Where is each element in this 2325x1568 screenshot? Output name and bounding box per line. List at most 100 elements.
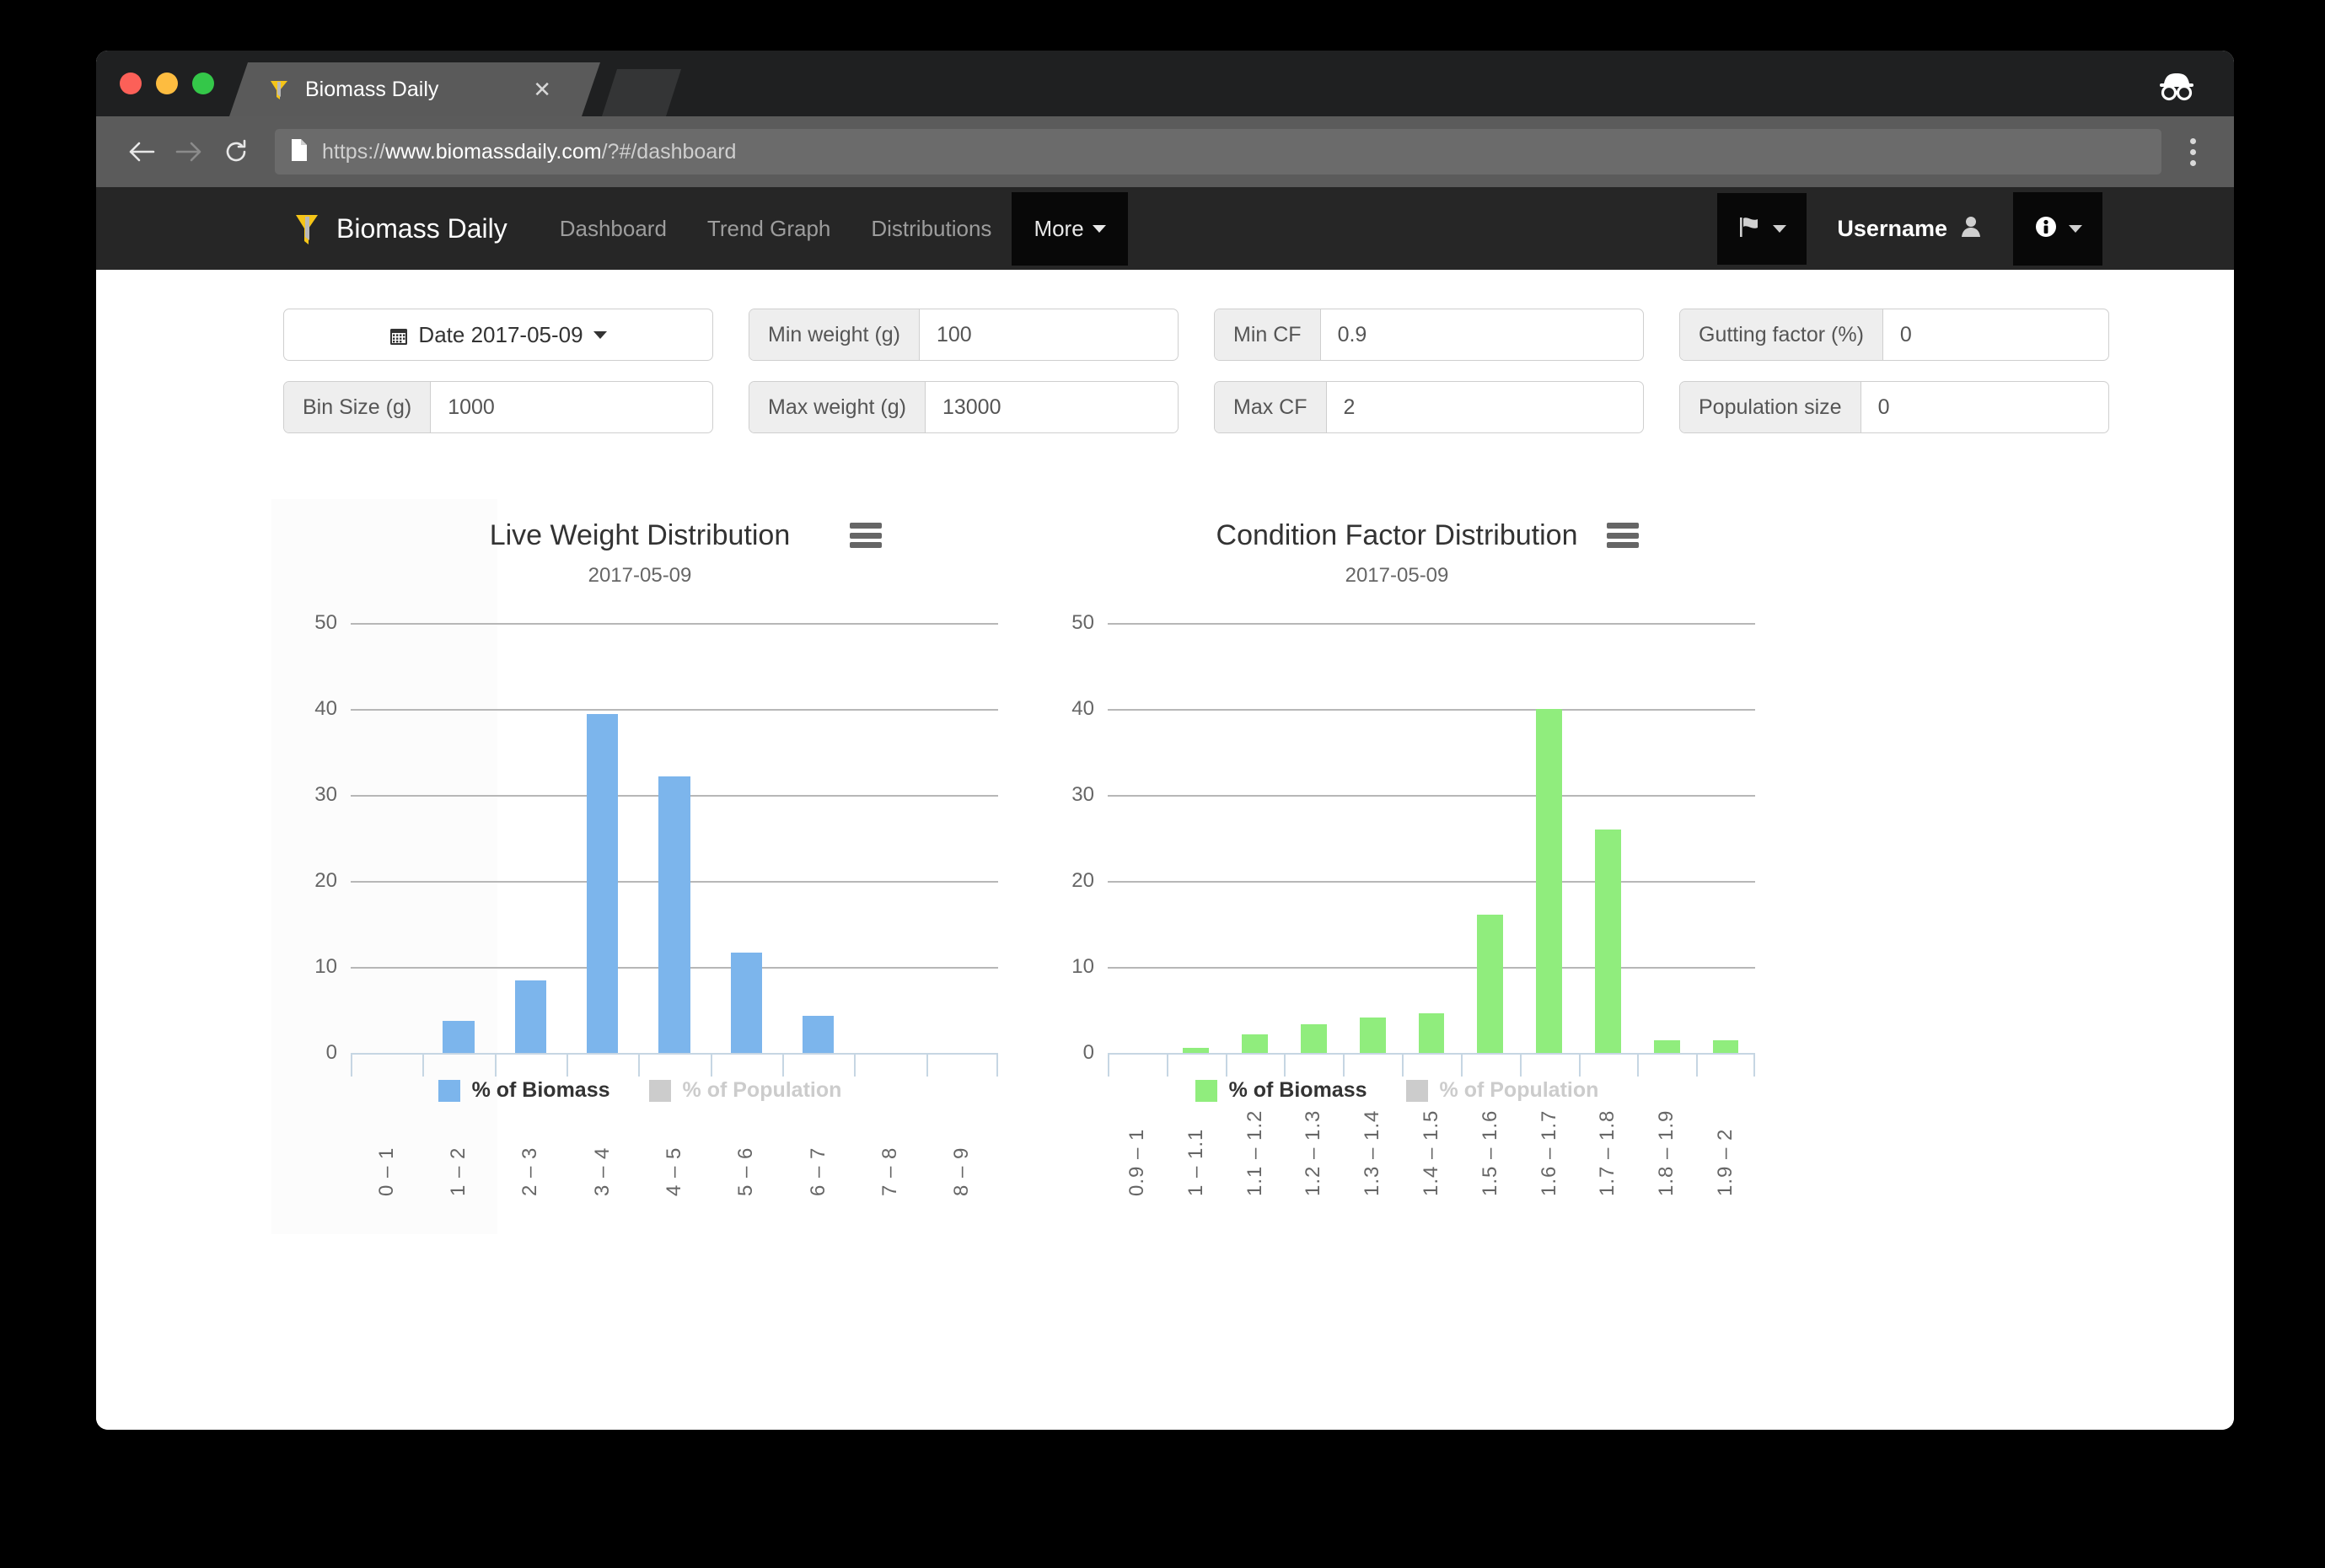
x-axis-tick-label: 1 – 2 [446, 1146, 470, 1196]
gutting-factor-field[interactable]: Gutting factor (%) 0 [1679, 309, 2109, 361]
chart-subtitle: 2017-05-09 [588, 564, 692, 587]
nav-link-distributions[interactable]: Distributions [851, 192, 1012, 266]
live-weight-distribution-chart: Live Weight Distribution 2017-05-09 0 10 2… [273, 484, 1007, 1196]
bar[interactable] [1536, 709, 1562, 1053]
filter-cell-bin-size: Bin Size (g) 1000 [283, 381, 749, 433]
browser-tab[interactable]: Biomass Daily ✕ [229, 62, 600, 116]
bar[interactable] [443, 1021, 475, 1053]
language-flag-button[interactable] [1717, 192, 1807, 265]
x-axis-tick-label: 1.4 – 1.5 [1419, 1109, 1442, 1196]
x-axis-tick: 5 – 6 [710, 1053, 782, 1196]
bar-slot [782, 623, 854, 1053]
filter-cell-max-cf: Max CF 2 [1214, 381, 1679, 433]
x-axis-tick: 1 – 1.1 [1166, 1053, 1226, 1196]
bar[interactable] [1477, 914, 1504, 1053]
nav-link-more[interactable]: More [1012, 191, 1128, 266]
x-axis-tick: 1.7 – 1.8 [1578, 1053, 1638, 1196]
y-axis-tick-label: 50 [1071, 611, 1094, 634]
x-axis-tick: 1.6 – 1.7 [1519, 1053, 1579, 1196]
x-axis-tick: 8 – 9 [926, 1053, 999, 1196]
bar[interactable] [1359, 1018, 1386, 1053]
nav-link-dashboard[interactable]: Dashboard [540, 192, 687, 266]
min-cf-field[interactable]: Min CF 0.9 [1214, 309, 1644, 361]
y-axis-tick-label: 30 [314, 783, 337, 806]
gutting-factor-label: Gutting factor (%) [1680, 309, 1883, 360]
nav-link-trend-graph[interactable]: Trend Graph [687, 192, 851, 266]
x-axis-tick: 1 – 2 [422, 1053, 494, 1196]
min-cf-value[interactable]: 0.9 [1321, 309, 1643, 360]
population-size-value[interactable]: 0 [1861, 382, 2108, 432]
bar-slot [1520, 623, 1579, 1053]
chevron-down-icon [593, 330, 607, 339]
address-bar[interactable]: https://www.biomassdaily.com/?#/dashboar… [275, 129, 2161, 175]
info-circle-icon [2033, 214, 2059, 244]
max-weight-field[interactable]: Max weight (g) 13000 [749, 381, 1179, 433]
max-cf-value[interactable]: 2 [1327, 382, 1644, 432]
min-cf-label: Min CF [1215, 309, 1321, 360]
bar[interactable] [1300, 1024, 1327, 1053]
bar[interactable] [658, 776, 690, 1053]
bar-slot [495, 623, 566, 1053]
bin-size-value[interactable]: 1000 [431, 382, 712, 432]
bar[interactable] [1418, 1013, 1445, 1053]
bar-slot [638, 623, 710, 1053]
filter-cell-min-cf: Min CF 0.9 [1214, 309, 1679, 361]
app-brand[interactable]: Biomass Daily [293, 212, 507, 245]
bar-slot [1696, 623, 1755, 1053]
max-cf-label: Max CF [1215, 382, 1327, 432]
kebab-menu-icon[interactable] [2170, 128, 2215, 175]
bar[interactable] [1242, 1034, 1268, 1053]
bar-slot [1461, 623, 1520, 1053]
y-axis-tick-label: 20 [314, 869, 337, 892]
user-menu[interactable]: Username [1807, 214, 2013, 244]
app-nav-right: Username [1717, 191, 2197, 266]
y-axis-tick-label: 10 [1071, 955, 1094, 978]
max-weight-value[interactable]: 13000 [926, 382, 1178, 432]
population-size-field[interactable]: Population size 0 [1679, 381, 2109, 433]
chart-x-axis: 0 – 1 1 – 2 2 – 3 3 – 4 4 – 5 5 – 6 6 – 7 7 – 8… [351, 1053, 999, 1196]
y-axis-tick-label: 10 [314, 955, 337, 978]
browser-window: Biomass Daily ✕ https://www.biomassdaily… [96, 51, 2234, 1430]
close-window-button[interactable] [120, 72, 142, 94]
bar[interactable] [1595, 829, 1621, 1053]
charts-row: Live Weight Distribution 2017-05-09 0 10 2… [96, 484, 2234, 1234]
app-navbar: Biomass Daily Dashboard Trend Graph Dist… [96, 187, 2234, 270]
back-arrow-icon[interactable] [118, 128, 165, 175]
x-axis-tick: 0 – 1 [351, 1053, 422, 1196]
minimize-window-button[interactable] [156, 72, 178, 94]
x-axis-tick: 1.5 – 1.6 [1460, 1053, 1520, 1196]
bar[interactable] [730, 952, 763, 1053]
y-axis-tick-label: 40 [314, 697, 337, 720]
background-tab[interactable] [602, 69, 681, 116]
x-axis-tick: 2 – 3 [494, 1053, 566, 1196]
min-weight-label: Min weight (g) [749, 309, 920, 360]
min-weight-field[interactable]: Min weight (g) 100 [749, 309, 1179, 361]
x-axis-tick-label: 1.9 – 2 [1714, 1128, 1737, 1196]
x-axis-tick-label: 3 – 4 [590, 1146, 614, 1196]
max-cf-field[interactable]: Max CF 2 [1214, 381, 1644, 433]
forward-arrow-icon [165, 128, 212, 175]
bar[interactable] [586, 714, 619, 1053]
maximize-window-button[interactable] [192, 72, 214, 94]
close-icon[interactable]: ✕ [533, 78, 551, 100]
bin-size-field[interactable]: Bin Size (g) 1000 [283, 381, 713, 433]
info-menu-button[interactable] [2013, 191, 2102, 266]
reload-icon[interactable] [212, 128, 260, 175]
filter-cell-population-size: Population size 0 [1679, 381, 2145, 433]
date-picker-button[interactable]: Date 2017-05-09 [283, 309, 713, 361]
bar[interactable] [802, 1016, 835, 1053]
chart-x-axis: 0.9 – 1 1 – 1.1 1.1 – 1.2 1.2 – 1.3 1.3 – 1.… [1108, 1053, 1755, 1196]
x-axis-tick: 6 – 7 [781, 1053, 854, 1196]
chart-menu-icon[interactable] [1607, 523, 1639, 548]
chart-menu-icon[interactable] [850, 523, 882, 548]
incognito-icon [2153, 69, 2200, 101]
bar[interactable] [514, 980, 547, 1053]
biomass-logo-icon [266, 77, 292, 102]
min-weight-value[interactable]: 100 [920, 309, 1178, 360]
gutting-factor-value[interactable]: 0 [1883, 309, 2108, 360]
bar[interactable] [1712, 1039, 1739, 1053]
bar[interactable] [1653, 1039, 1680, 1053]
y-axis-tick-label: 40 [1071, 697, 1094, 720]
username-label: Username [1837, 215, 1947, 241]
condition-factor-distribution-chart: Condition Factor Distribution 2017-05-09… [1030, 484, 1764, 1196]
